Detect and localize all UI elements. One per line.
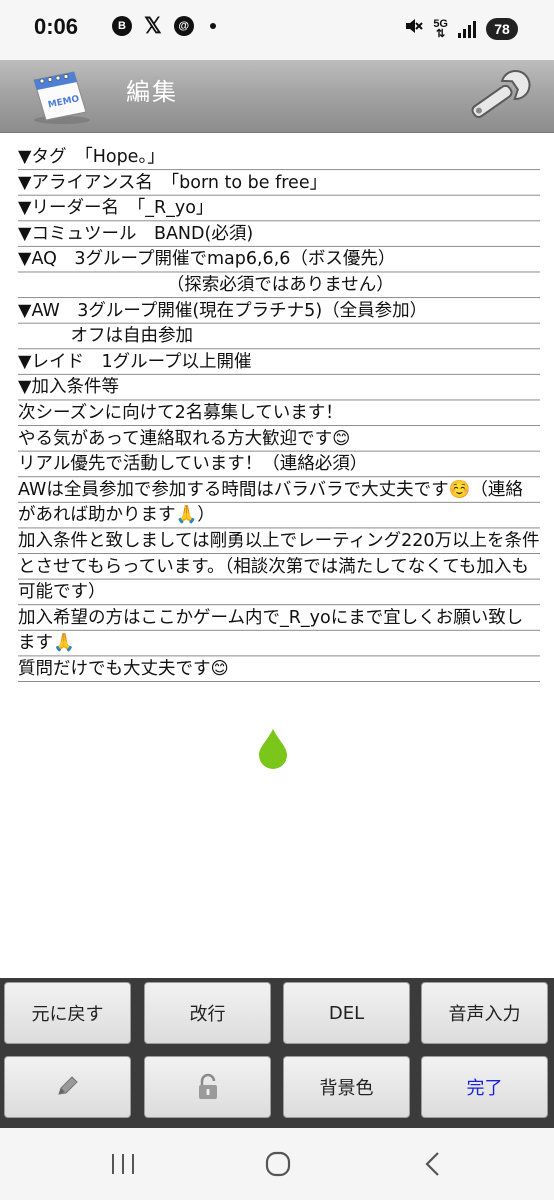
battery-icon: 78 bbox=[486, 17, 518, 40]
pen-button[interactable] bbox=[4, 1056, 131, 1118]
edit-toolbar: 元に戻す 改行 DEL 音声入力 背景色 完了 bbox=[0, 978, 554, 1128]
signal-icon bbox=[458, 20, 476, 38]
status-bar: 0:06 B 𝕏 @ 5G ⇅ 78 bbox=[0, 0, 554, 60]
undo-button[interactable]: 元に戻す bbox=[4, 982, 131, 1044]
x-icon: 𝕏 bbox=[144, 13, 162, 38]
b-notification-icon: B bbox=[112, 16, 132, 36]
system-icons: 5G ⇅ 78 bbox=[403, 16, 518, 41]
recent-apps-icon[interactable] bbox=[108, 1152, 138, 1176]
threads-icon: @ bbox=[173, 16, 194, 36]
newline-button[interactable]: 改行 bbox=[144, 982, 271, 1044]
notification-icons: B 𝕏 @ bbox=[112, 13, 216, 38]
delete-button[interactable]: DEL bbox=[283, 982, 410, 1044]
memo-text[interactable]: ▼タグ 「Hope。」 ▼アライアンス名 「born to be free」 ▼… bbox=[18, 145, 540, 683]
page-title: 編集 bbox=[126, 78, 178, 106]
home-icon[interactable] bbox=[264, 1150, 292, 1178]
text-cursor-handle-icon[interactable] bbox=[256, 727, 290, 769]
pen-icon bbox=[57, 1076, 78, 1095]
wrench-settings-icon[interactable] bbox=[462, 64, 534, 128]
background-color-button[interactable]: 背景色 bbox=[283, 1056, 410, 1118]
back-icon[interactable] bbox=[420, 1150, 444, 1178]
unlock-icon bbox=[198, 1073, 217, 1099]
voice-input-button[interactable]: 音声入力 bbox=[421, 982, 548, 1044]
memo-editor[interactable]: ▼タグ 「Hope。」 ▼アライアンス名 「born to be free」 ▼… bbox=[0, 132, 554, 978]
app-header: MEMO 編集 bbox=[0, 60, 554, 132]
network-5g-icon: 5G ⇅ bbox=[433, 17, 448, 40]
mute-icon bbox=[403, 16, 424, 41]
dot-icon bbox=[209, 23, 216, 29]
navigation-bar bbox=[0, 1128, 554, 1200]
lock-button[interactable] bbox=[144, 1056, 271, 1118]
done-button[interactable]: 完了 bbox=[421, 1056, 548, 1118]
status-time: 0:06 bbox=[34, 14, 79, 39]
memo-app-icon: MEMO bbox=[33, 71, 90, 124]
